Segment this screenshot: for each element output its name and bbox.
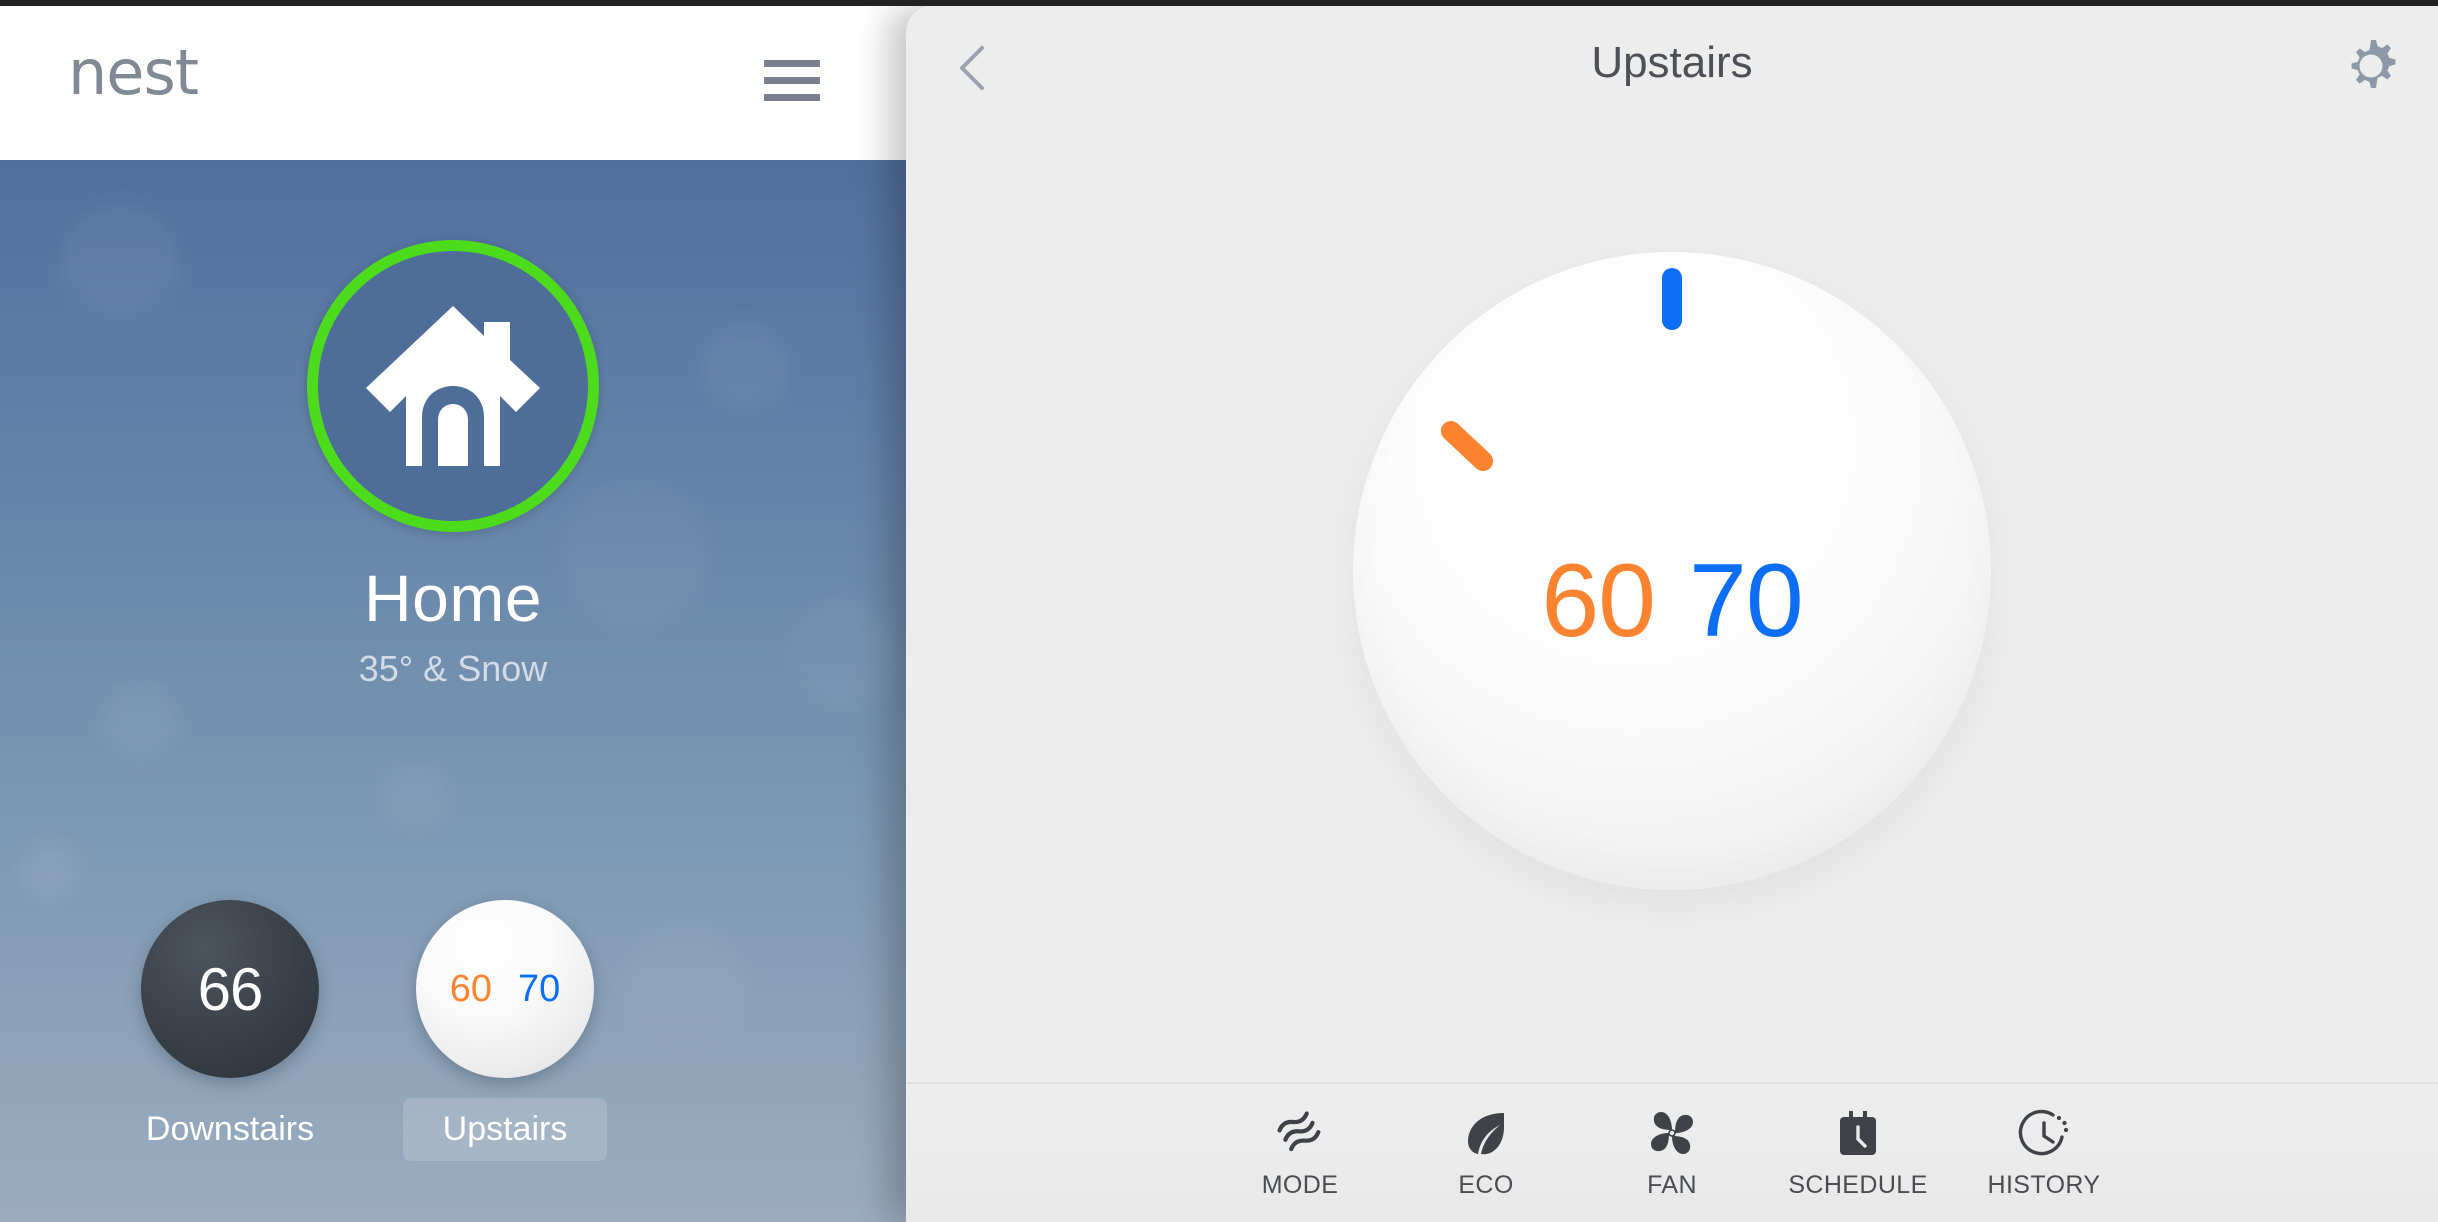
detail-header: Upstairs [906, 6, 2438, 134]
dial-heat-setpoint: 60 [1541, 543, 1656, 659]
nest-logo: nest [68, 36, 199, 109]
dial-readout: 60 70 [1353, 542, 1991, 661]
home-status-button[interactable] [307, 240, 599, 532]
eco-leaf-icon [1411, 1107, 1561, 1159]
thermostat-dial-area: 60 70 [906, 134, 2438, 954]
thermostat-label-upstairs: Upstairs [402, 1098, 608, 1162]
dial-cool-setpoint: 70 [1689, 543, 1804, 659]
thermostat-card-upstairs[interactable]: 60 70 Upstairs [370, 900, 640, 1162]
detail-title: Upstairs [1591, 38, 1753, 87]
bokeh-decor [700, 320, 790, 410]
toolbar-item-fan[interactable]: FAN [1579, 1107, 1765, 1200]
left-panel: nest Home 35° & Snow 66 Downstairs 60 70… [0, 0, 906, 1222]
mode-waves-icon [1225, 1107, 1375, 1159]
bottom-toolbar: MODE ECO FAN SCHEDULE HISTORY [906, 1082, 2438, 1222]
toolbar-item-history[interactable]: HISTORY [1951, 1107, 2137, 1200]
thermostat-label-downstairs: Downstairs [145, 1110, 315, 1148]
history-clock-icon [1969, 1107, 2119, 1159]
toolbar-item-mode[interactable]: MODE [1207, 1107, 1393, 1200]
status-bar [0, 0, 2438, 6]
toolbar-label-mode: MODE [1261, 1170, 1339, 1199]
fan-blades-icon [1597, 1107, 1747, 1159]
toolbar-label-fan: FAN [1647, 1170, 1697, 1199]
thermostat-card-downstairs[interactable]: 66 Downstairs [95, 900, 365, 1161]
left-panel-header: nest [0, 0, 906, 160]
hamburger-menu-icon[interactable] [764, 60, 820, 102]
bokeh-decor [20, 840, 80, 900]
toolbar-label-eco: ECO [1458, 1170, 1514, 1199]
house-icon [366, 306, 540, 466]
home-weather: 35° & Snow [358, 648, 548, 689]
bokeh-decor [100, 680, 180, 760]
cool-setpoint-tick[interactable] [1662, 268, 1682, 330]
downstairs-temperature: 66 [197, 955, 264, 1023]
upstairs-cool-setpoint: 70 [518, 967, 561, 1010]
upstairs-heat-setpoint: 60 [449, 967, 492, 1010]
thermostat-detail-panel: Upstairs 60 70 MODE ECO FAN SCHEDULE HIS… [906, 6, 2438, 1222]
thermostat-bubble-upstairs[interactable]: 60 70 [416, 900, 594, 1078]
toolbar-label-history: HISTORY [1987, 1170, 2101, 1199]
home-name: Home [363, 561, 543, 635]
left-panel-body: Home 35° & Snow 66 Downstairs 60 70 Upst… [0, 160, 906, 1222]
thermostat-bubble-downstairs[interactable]: 66 [141, 900, 319, 1078]
toolbar-item-eco[interactable]: ECO [1393, 1107, 1579, 1200]
heat-setpoint-tick[interactable] [1436, 416, 1498, 476]
toolbar-label-schedule: SCHEDULE [1788, 1170, 1928, 1199]
schedule-calendar-clock-icon [1783, 1107, 1933, 1159]
toolbar-item-schedule[interactable]: SCHEDULE [1765, 1107, 1951, 1200]
thermostat-list: 66 Downstairs 60 70 Upstairs [0, 900, 906, 1162]
thermostat-dial[interactable]: 60 70 [1353, 252, 1991, 890]
gear-icon[interactable] [2340, 36, 2402, 98]
bokeh-decor [380, 760, 450, 830]
bokeh-decor [60, 200, 180, 320]
